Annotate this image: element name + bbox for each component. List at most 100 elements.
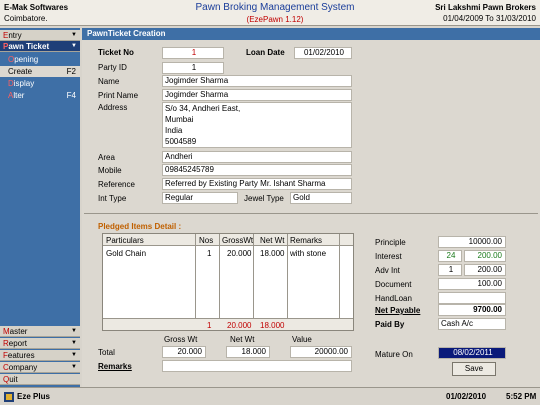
adv-int-months-field[interactable]: 1 bbox=[438, 264, 462, 276]
interest-rate-field[interactable]: 24 bbox=[438, 250, 462, 262]
submenu-opening[interactable]: Opening bbox=[0, 54, 80, 65]
chevron-down-icon: ▼ bbox=[71, 32, 77, 38]
principle-field[interactable]: 10000.00 bbox=[438, 236, 506, 248]
status-bar: Eze Plus 01/02/2010 5:52 PM bbox=[0, 387, 540, 405]
handloan-label: HandLoan bbox=[375, 294, 412, 303]
interest-amount-field[interactable]: 200.00 bbox=[464, 250, 506, 262]
save-button[interactable]: Save bbox=[452, 362, 496, 376]
net-payable-label: Net Payable bbox=[375, 306, 421, 315]
submenu-create[interactable]: Create F2 bbox=[0, 66, 80, 77]
cell-netwt: 18.000 bbox=[260, 249, 285, 258]
menu-entry[interactable]: Entry ▼ bbox=[0, 30, 80, 41]
area-field[interactable]: Andheri bbox=[162, 151, 352, 163]
firm-name: Sri Lakshmi Pawn Brokers bbox=[435, 3, 536, 12]
financial-period: 01/04/2009 To 31/03/2010 bbox=[443, 14, 536, 23]
chevron-down-icon: ▼ bbox=[71, 352, 77, 358]
loan-date-field[interactable]: 01/02/2010 bbox=[294, 47, 352, 59]
int-type-field[interactable]: Regular bbox=[162, 192, 238, 204]
menu-features[interactable]: Features ▼ bbox=[0, 350, 80, 361]
jewel-type-field[interactable]: Gold bbox=[290, 192, 352, 204]
column-header-nos: Nos bbox=[199, 236, 214, 245]
total-value-field[interactable]: 20000.00 bbox=[290, 346, 352, 358]
column-header-grosswt: GrossWt bbox=[222, 236, 254, 245]
area-label: Area bbox=[98, 153, 115, 162]
name-field[interactable]: Jogimder Sharma bbox=[162, 75, 352, 87]
print-name-field[interactable]: Jogimder Sharma bbox=[162, 89, 352, 101]
adv-int-amount-field[interactable]: 200.00 bbox=[464, 264, 506, 276]
pledged-items-table[interactable]: Particulars Nos GrossWt Net Wt Remarks G… bbox=[102, 233, 354, 331]
chevron-down-icon: ▼ bbox=[71, 43, 77, 49]
address-line: 5004589 bbox=[165, 137, 197, 146]
total-netwt: 18.000 bbox=[260, 321, 285, 330]
mature-on-label: Mature On bbox=[375, 350, 413, 359]
column-header-particulars: Particulars bbox=[106, 236, 144, 245]
party-id-label: Party ID bbox=[98, 63, 127, 72]
name-label: Name bbox=[98, 77, 120, 86]
mature-on-field[interactable]: 08/02/2011 bbox=[438, 347, 506, 359]
submenu-alter[interactable]: Alter F4 bbox=[0, 90, 80, 101]
cell-grosswt: 20.000 bbox=[227, 249, 252, 258]
principle-label: Principle bbox=[375, 238, 406, 247]
total-label: Total bbox=[98, 348, 115, 357]
status-date: 01/02/2010 bbox=[446, 392, 487, 401]
column-header-netwt: Net Wt bbox=[260, 236, 285, 245]
chevron-down-icon: ▼ bbox=[71, 340, 77, 346]
total-nos: 1 bbox=[207, 321, 212, 330]
column-header-remarks: Remarks bbox=[290, 236, 323, 245]
app-logo-icon bbox=[4, 392, 14, 402]
address-label: Address bbox=[98, 103, 128, 112]
total-grosswt: 20.000 bbox=[227, 321, 252, 330]
remarks-label: Remarks bbox=[98, 362, 132, 371]
print-name-label: Print Name bbox=[98, 91, 139, 100]
status-app-name: Eze Plus bbox=[17, 392, 50, 401]
party-id-field[interactable]: 1 bbox=[162, 62, 224, 74]
value-label: Value bbox=[292, 335, 312, 344]
address-line: S/o 34, Andheri East, bbox=[165, 104, 241, 113]
document-label: Document bbox=[375, 280, 412, 289]
reference-field[interactable]: Referred by Existing Party Mr. Ishant Sh… bbox=[162, 178, 352, 190]
chevron-down-icon: ▼ bbox=[71, 364, 77, 370]
mobile-label: Mobile bbox=[98, 166, 122, 175]
app-version: (EzePawn 1.12) bbox=[246, 15, 304, 24]
jewel-type-label: Jewel Type bbox=[244, 194, 284, 203]
paid-by-field[interactable]: Cash A/c bbox=[438, 318, 506, 330]
cell-particulars: Gold Chain bbox=[106, 249, 147, 258]
ticket-no-label: Ticket No bbox=[98, 48, 134, 57]
adv-int-label: Adv Int bbox=[375, 266, 400, 275]
section-divider bbox=[84, 213, 538, 214]
net-wt-label: Net Wt bbox=[230, 335, 255, 344]
handloan-field[interactable] bbox=[438, 292, 506, 304]
menu-pawn-ticket[interactable]: Pawn Ticket ▼ bbox=[0, 41, 80, 52]
menu-master[interactable]: Master ▼ bbox=[0, 326, 80, 337]
company-city: Coimbatore. bbox=[4, 14, 48, 23]
form-title: PawnTicket Creation bbox=[82, 28, 540, 40]
status-time: 5:52 PM bbox=[506, 392, 537, 401]
net-payable-field[interactable]: 9700.00 bbox=[438, 304, 506, 316]
app-title: Pawn Broking Management System bbox=[195, 2, 355, 13]
total-gross-field[interactable]: 20.000 bbox=[162, 346, 206, 358]
table-totals-row: 1 20.000 18.000 bbox=[103, 318, 353, 330]
menu-company[interactable]: Company ▼ bbox=[0, 362, 80, 373]
chevron-down-icon: ▼ bbox=[71, 328, 77, 334]
app-header: E-Mak Softwares Coimbatore. Pawn Broking… bbox=[0, 0, 540, 26]
int-type-label: Int Type bbox=[98, 194, 127, 203]
interest-label: Interest bbox=[375, 252, 402, 261]
cell-nos: 1 bbox=[207, 249, 212, 258]
mobile-field[interactable]: 09845245789 bbox=[162, 164, 352, 176]
ticket-no-field[interactable]: 1 bbox=[162, 47, 224, 59]
cell-remarks: with stone bbox=[290, 249, 327, 258]
menu-quit[interactable]: Quit bbox=[0, 374, 80, 385]
total-net-field[interactable]: 18.000 bbox=[226, 346, 270, 358]
menu-report[interactable]: Report ▼ bbox=[0, 338, 80, 349]
table-row[interactable]: Gold Chain 1 20.000 18.000 with stone bbox=[103, 247, 353, 259]
remarks-field[interactable] bbox=[162, 360, 352, 372]
address-line: Mumbai bbox=[165, 115, 194, 124]
paid-by-label: Paid By bbox=[375, 320, 405, 329]
address-line: India bbox=[165, 126, 183, 135]
gross-wt-label: Gross Wt bbox=[164, 335, 198, 344]
address-field[interactable]: S/o 34, Andheri East, Mumbai India 50045… bbox=[162, 102, 352, 148]
submenu-display[interactable]: Display bbox=[0, 78, 80, 89]
reference-label: Reference bbox=[98, 180, 135, 189]
document-field[interactable]: 100.00 bbox=[438, 278, 506, 290]
pledged-title: Pledged Items Detail : bbox=[98, 222, 182, 231]
